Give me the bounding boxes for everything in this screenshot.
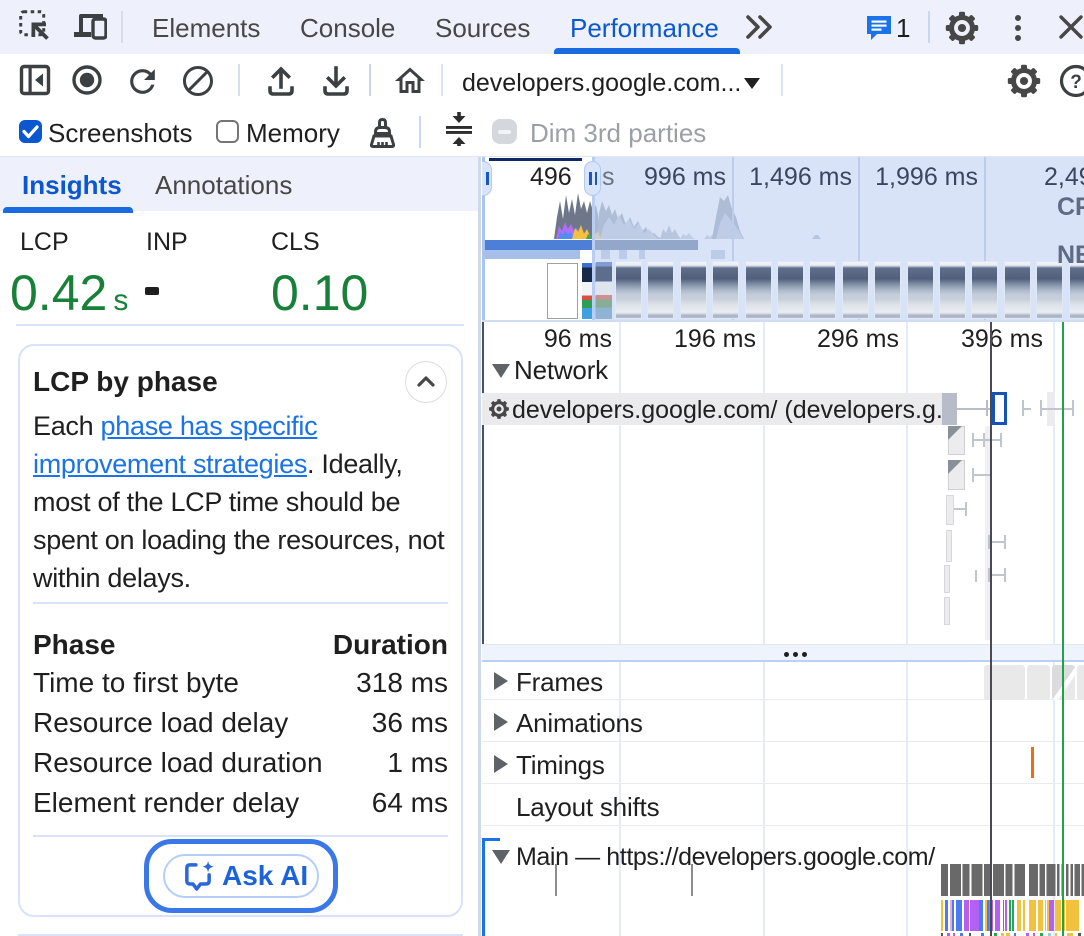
svg-text:?: ? (1070, 72, 1082, 93)
